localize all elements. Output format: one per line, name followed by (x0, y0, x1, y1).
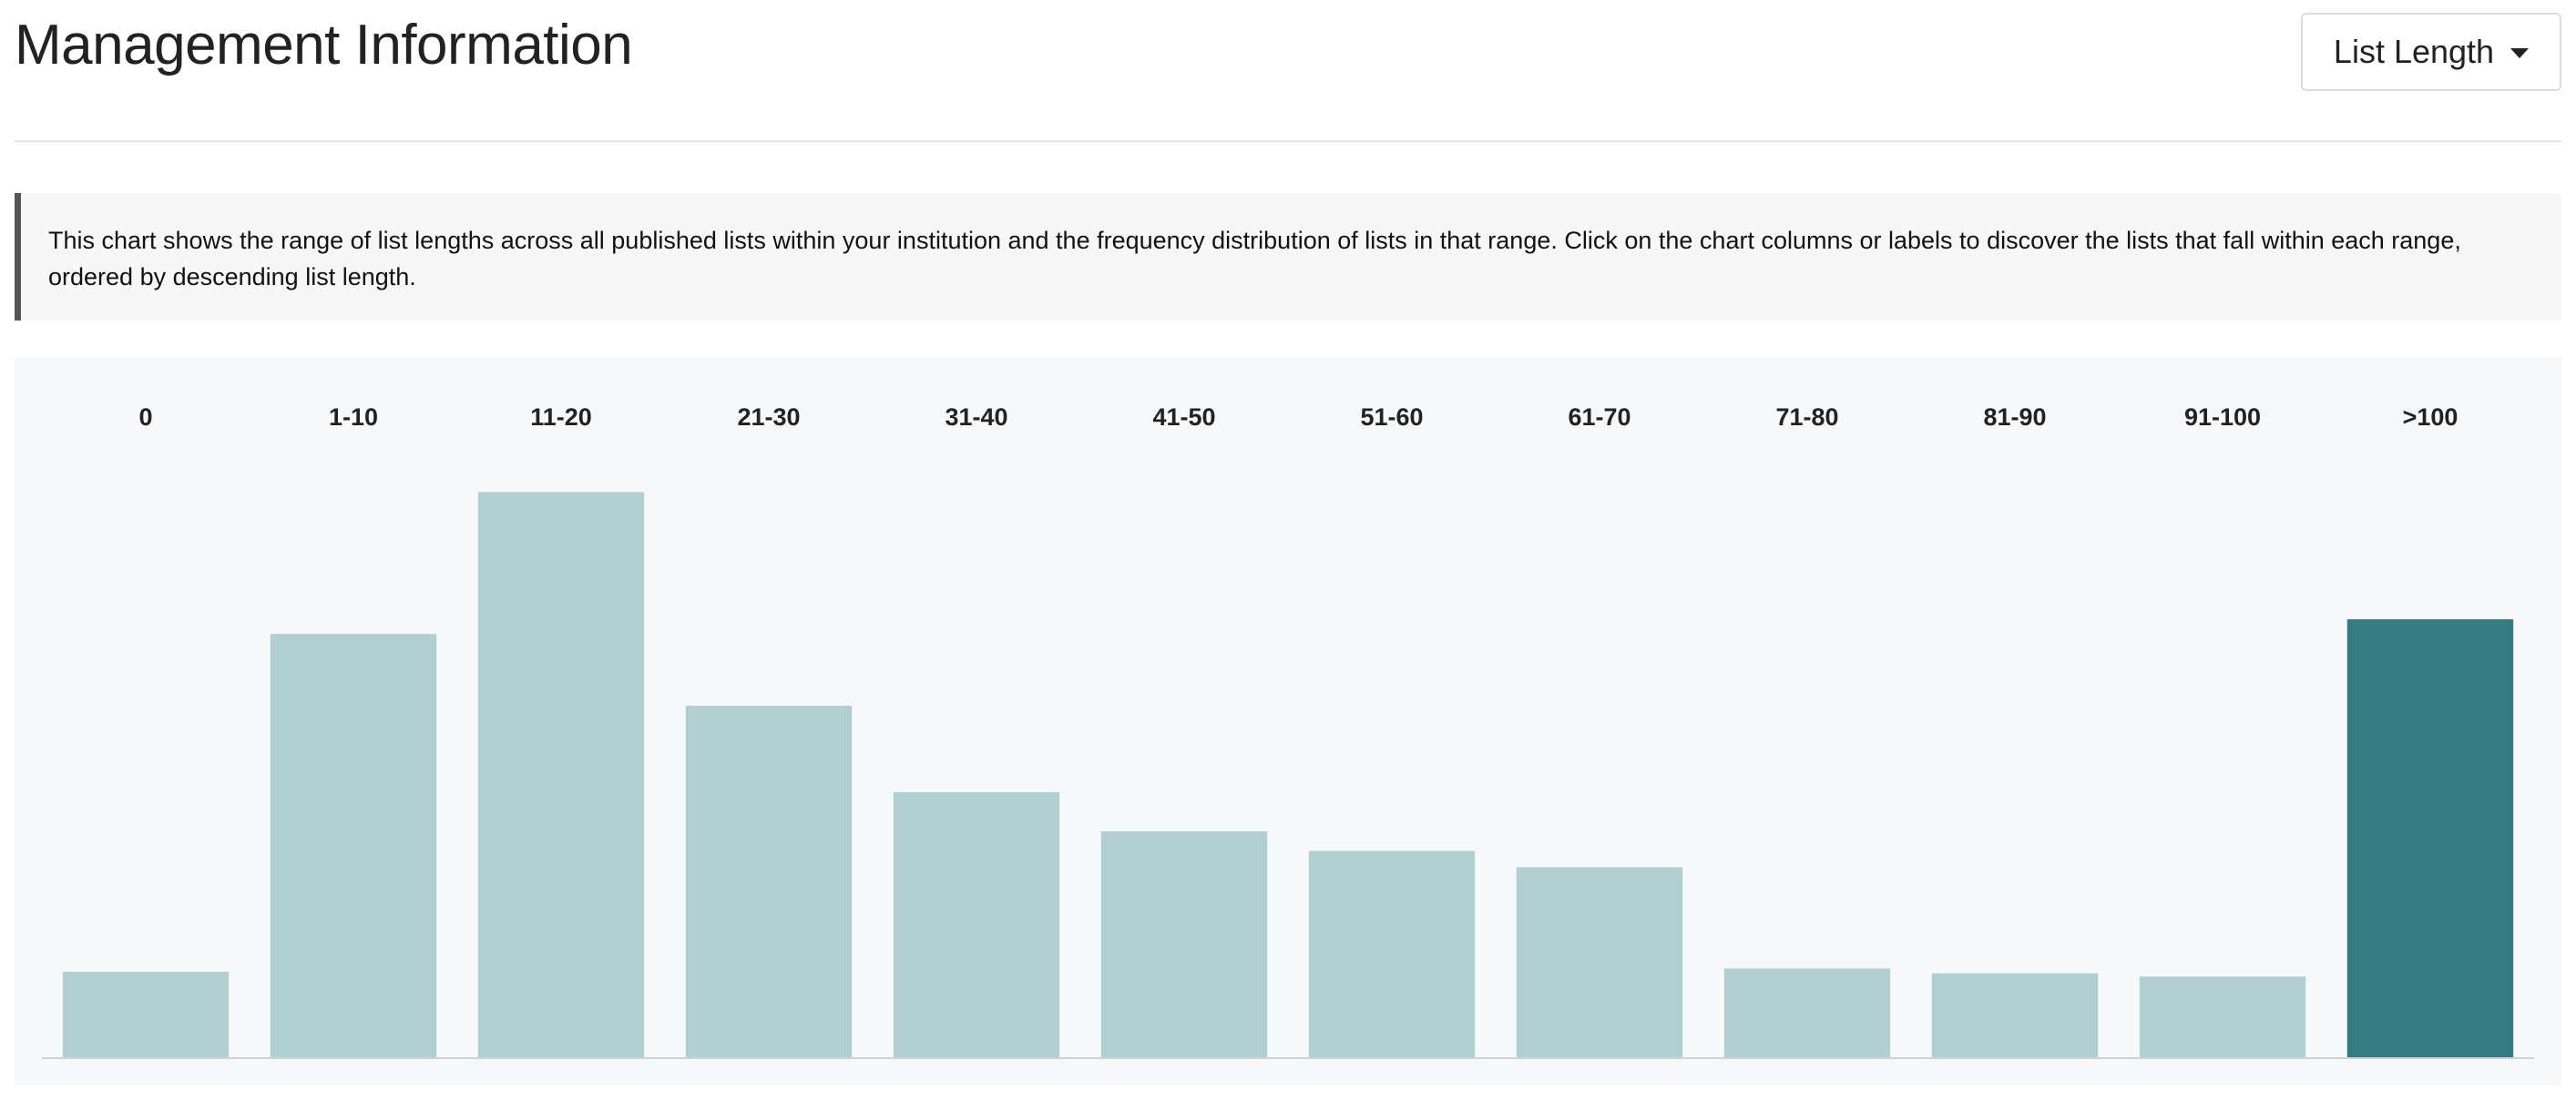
category-label-71-80[interactable]: 71-80 (1775, 403, 1838, 431)
category-label-0[interactable]: 0 (138, 403, 152, 431)
bar->100[interactable] (2346, 619, 2514, 1058)
category-label-41-50[interactable]: 41-50 (1152, 403, 1215, 431)
bar-41-50[interactable] (1100, 831, 1268, 1058)
page-header: Management Information List Length (15, 0, 2561, 142)
category-label-51-60[interactable]: 51-60 (1360, 403, 1423, 431)
bar-1-10[interactable] (270, 634, 437, 1058)
dropdown-label: List Length (2333, 33, 2495, 70)
bar-21-30[interactable] (685, 706, 853, 1058)
category-label-61-70[interactable]: 61-70 (1568, 403, 1630, 431)
category-label-81-90[interactable]: 81-90 (1983, 403, 2046, 431)
chart-description-text: This chart shows the range of list lengt… (48, 227, 2461, 290)
bar-81-90[interactable] (1931, 973, 2099, 1058)
list-length-chart: 0 1-10 11-20 21-30 31-40 41-50 51-60 61-70 71-80… (42, 403, 2534, 1059)
bar-51-60[interactable] (1308, 850, 1476, 1059)
category-label-21-30[interactable]: 21-30 (737, 403, 800, 431)
page-title: Management Information (15, 14, 633, 76)
bar-91-100[interactable] (2139, 976, 2306, 1058)
category-label-91-100[interactable]: 91-100 (2184, 403, 2261, 431)
chart-description: This chart shows the range of list lengt… (15, 193, 2561, 321)
category-label-1-10[interactable]: 1-10 (329, 403, 378, 431)
category-label->100[interactable]: >100 (2403, 403, 2458, 431)
category-label-31-40[interactable]: 31-40 (945, 403, 1007, 431)
bar-31-40[interactable] (893, 792, 1060, 1058)
bar-61-70[interactable] (1516, 867, 1683, 1058)
bar-71-80[interactable] (1723, 968, 1891, 1059)
caret-down-icon (2510, 47, 2530, 58)
category-label-11-20[interactable]: 11-20 (530, 403, 592, 431)
report-type-dropdown[interactable]: List Length (2301, 13, 2561, 91)
bar-0[interactable] (62, 972, 230, 1058)
bar-11-20[interactable] (477, 492, 645, 1058)
chart-panel: 0 1-10 11-20 21-30 31-40 41-50 51-60 61-70 71-80… (15, 357, 2561, 1085)
